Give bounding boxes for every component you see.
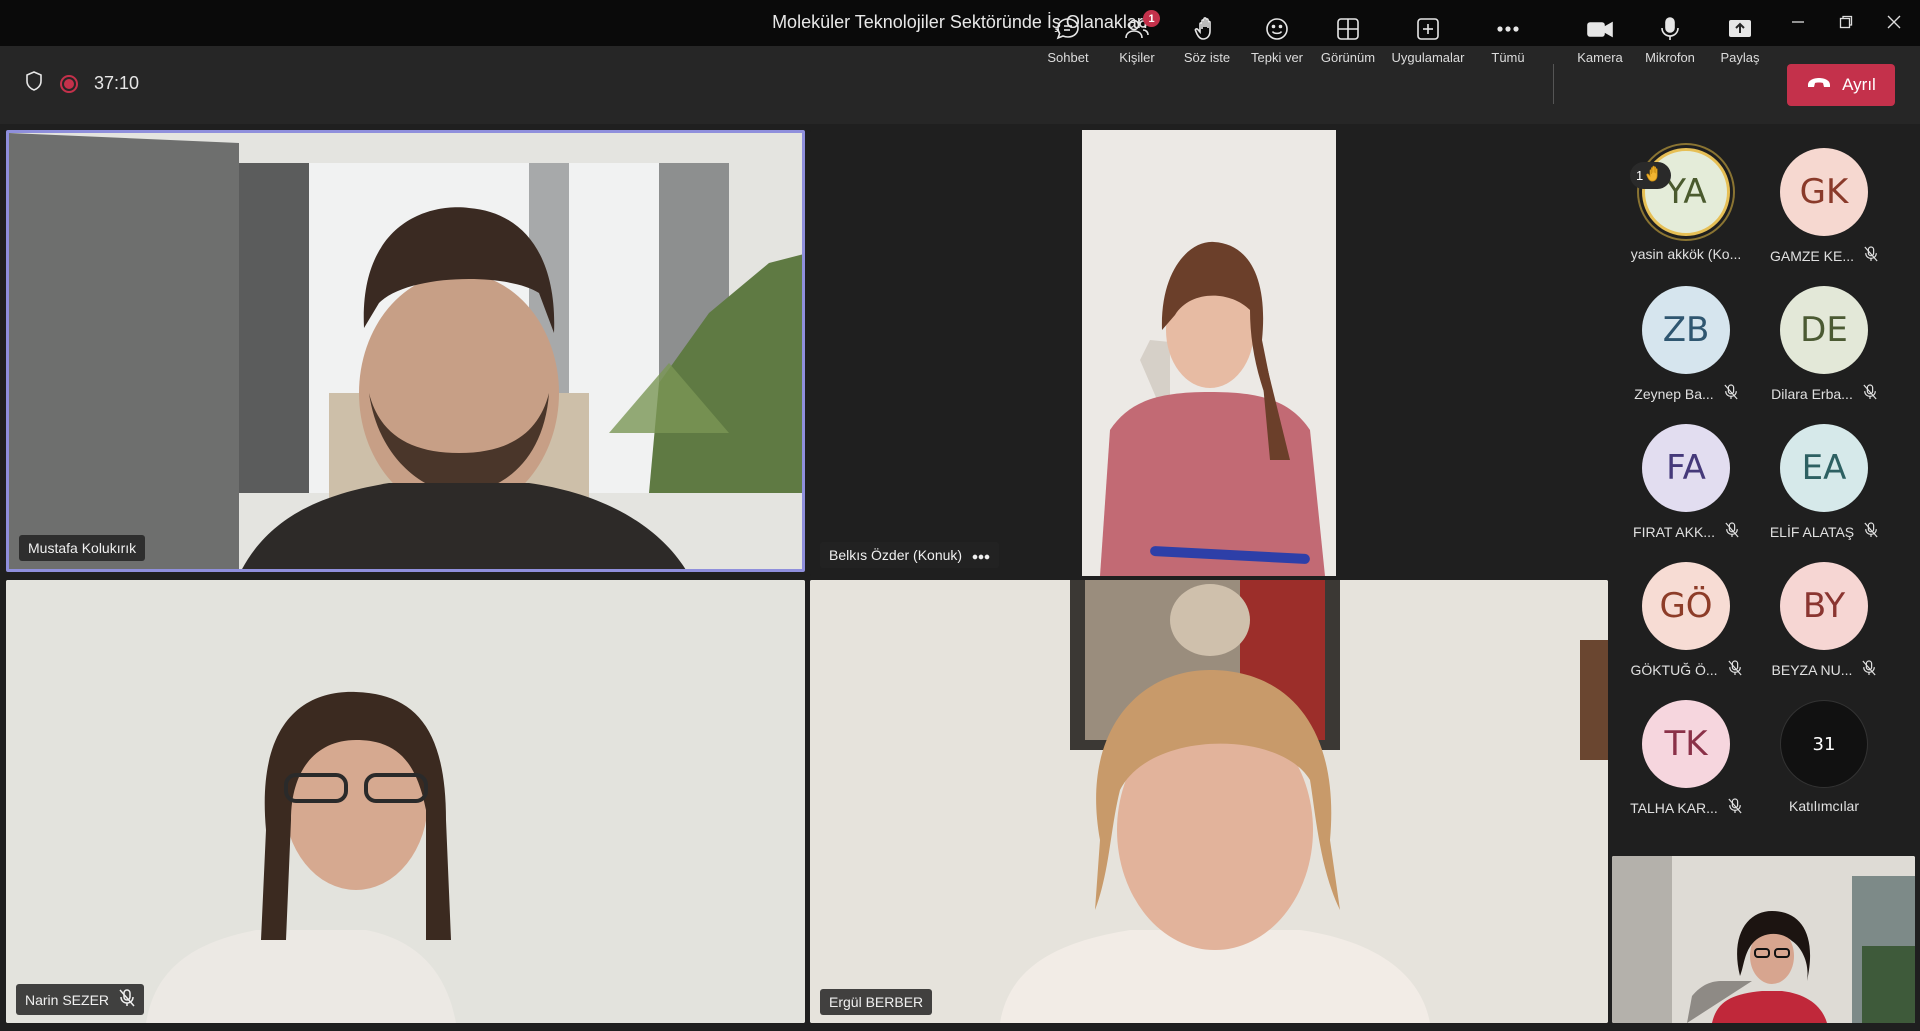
roster-participant[interactable]: ZB Zeynep Ba... [1612,286,1760,424]
overflow-count: 31 [1780,700,1868,788]
minimize-button[interactable] [1778,6,1818,38]
muted-microphone-icon [1728,798,1742,817]
participant-name-label: Mustafa Kolukırık [19,535,146,561]
video-feed [6,580,805,1023]
video-feed [1612,856,1915,1023]
video-tile-participant[interactable]: Belkıs Özder (Konuk) [810,130,1608,576]
participant-name-label: Narin SEZER [16,984,145,1015]
camera-icon [1585,14,1615,44]
close-button[interactable] [1874,6,1914,38]
hang-up-icon [1806,75,1832,95]
avatar: BY [1780,562,1868,650]
more-icon [1493,14,1523,44]
muted-microphone-icon [1725,522,1739,541]
avatar: ZB [1642,286,1730,374]
smiley-icon [1262,14,1292,44]
participant-name-label: Belkıs Özder (Konuk) [820,542,1000,568]
roster-participant[interactable]: YA 1 yasin akkök (Ko... [1612,148,1760,286]
more-options-icon[interactable] [972,547,990,563]
maximize-button[interactable] [1826,6,1866,38]
recording-icon [60,74,78,93]
people-count-badge: 1 [1143,10,1160,27]
raise-hand-button[interactable]: Söz iste [1172,14,1242,70]
roster-participant[interactable]: BY BEYZA NU... [1750,562,1898,700]
view-button[interactable]: Görünüm [1313,14,1383,70]
microphone-icon [1655,14,1685,44]
video-tile-participant[interactable]: Narin SEZER [6,580,805,1023]
muted-microphone-icon [119,989,135,1010]
leave-button[interactable]: Ayrıl [1787,64,1895,106]
video-feed [9,133,802,569]
roster-participant[interactable]: GÖ GÖKTUĞ Ö... [1612,562,1760,700]
video-tile-speaker[interactable]: Mustafa Kolukırık [6,130,805,572]
meeting-info: 37:10 [24,70,139,97]
avatar: TK [1642,700,1730,788]
microphone-button[interactable]: Mikrofon [1635,14,1705,70]
muted-microphone-icon [1862,660,1877,679]
participant-roster: YA 1 yasin akkök (Ko... GK GAMZE KE... Z… [1612,130,1920,852]
chat-button[interactable]: Sohbet [1033,14,1103,70]
video-tile-participant[interactable]: Ergül BERBER [810,580,1608,1023]
roster-participant[interactable]: DE Dilara Erba... [1750,286,1898,424]
camera-button[interactable]: Kamera [1565,14,1635,70]
add-app-icon [1413,14,1443,44]
avatar: GÖ [1642,562,1730,650]
share-screen-icon [1725,14,1755,44]
self-video-preview[interactable] [1612,856,1915,1023]
avatar: GK [1780,148,1868,236]
share-button[interactable]: Paylaş [1705,14,1775,70]
video-feed [810,580,1608,1023]
people-icon: 1 [1122,10,1160,44]
people-button[interactable]: 1 Kişiler [1102,10,1172,70]
muted-microphone-icon [1863,384,1877,403]
avatar: FA [1642,424,1730,512]
muted-microphone-icon [1724,384,1738,403]
more-button[interactable]: Tümü [1473,14,1543,70]
hand-icon [1645,164,1665,187]
hand-icon [1192,14,1222,44]
meeting-timer: 37:10 [94,73,140,93]
muted-microphone-icon [1864,246,1878,265]
muted-microphone-icon [1864,522,1878,541]
video-feed [810,130,1608,576]
participants-overflow-button[interactable]: 31 Katılımcılar [1750,700,1898,838]
avatar: DE [1780,286,1868,374]
raised-hand-indicator: 1 [1630,162,1672,189]
participant-name-label: Ergül BERBER [820,989,933,1015]
apps-button[interactable]: Uygulamalar [1392,14,1465,70]
shield-icon[interactable] [24,70,44,97]
avatar: EA [1780,424,1868,512]
grid-view-icon [1333,14,1363,44]
roster-participant[interactable]: TK TALHA KAR... [1612,700,1760,838]
react-button[interactable]: Tepki ver [1242,14,1312,70]
toolbar-divider [1553,64,1554,104]
roster-participant[interactable]: GK GAMZE KE... [1750,148,1898,286]
chat-icon [1053,14,1083,44]
muted-microphone-icon [1727,660,1742,679]
roster-participant[interactable]: EA ELİF ALATAŞ [1750,424,1898,562]
roster-participant[interactable]: FA FIRAT AKK... [1612,424,1760,562]
